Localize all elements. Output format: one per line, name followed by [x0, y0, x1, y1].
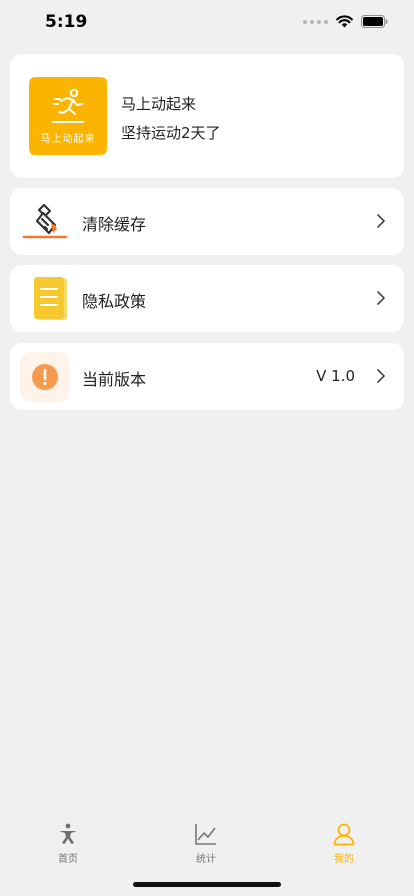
logo-text: 马上动起来	[40, 134, 96, 145]
user-icon	[333, 823, 355, 846]
tab-stats[interactable]: 统计	[166, 822, 246, 865]
clear-cache-item[interactable]: 清除缓存	[10, 188, 404, 255]
wifi-icon	[336, 15, 353, 28]
battery-icon	[361, 15, 388, 28]
menu-label: 隐私政策	[82, 292, 147, 311]
chevron-right-icon	[377, 214, 385, 228]
profile-card: 马上动起来 马上动起来 坚持运动2天了	[10, 54, 404, 178]
tab-label: 统计	[196, 854, 216, 865]
profile-name: 马上动起来	[121, 95, 197, 113]
tab-mine[interactable]: 我的	[304, 822, 384, 865]
status-bar: 5:19	[0, 0, 414, 48]
signal-dots-icon	[303, 19, 328, 24]
chevron-right-icon	[377, 369, 385, 383]
current-version-item[interactable]: 当前版本 V 1.0	[10, 343, 404, 410]
line-chart-icon	[195, 824, 216, 845]
tab-label: 首页	[58, 854, 78, 865]
profile-screen: 5:19 马上动起来 马上动起来 坚持运动2天了 清除缓存 隐私政策 当前版本 …	[0, 0, 414, 896]
exclamation-icon	[20, 352, 70, 402]
profile-subtitle: 坚持运动2天了	[121, 124, 221, 142]
chevron-right-icon	[377, 291, 385, 305]
running-man-icon	[52, 88, 84, 123]
version-value: V 1.0	[316, 367, 355, 385]
app-logo: 马上动起来	[29, 77, 107, 155]
tab-bar: 首页 统计 我的	[0, 812, 414, 896]
tab-home[interactable]: 首页	[28, 822, 108, 865]
privacy-policy-item[interactable]: 隐私政策	[10, 265, 404, 332]
status-indicators	[303, 15, 388, 28]
document-icon	[34, 277, 67, 320]
menu-label: 清除缓存	[82, 215, 147, 234]
exercise-icon	[59, 823, 77, 844]
menu-label: 当前版本	[82, 370, 147, 389]
home-indicator	[133, 882, 281, 887]
tab-label: 我的	[334, 854, 354, 865]
broom-icon	[22, 203, 68, 239]
status-time: 5:19	[45, 12, 88, 32]
